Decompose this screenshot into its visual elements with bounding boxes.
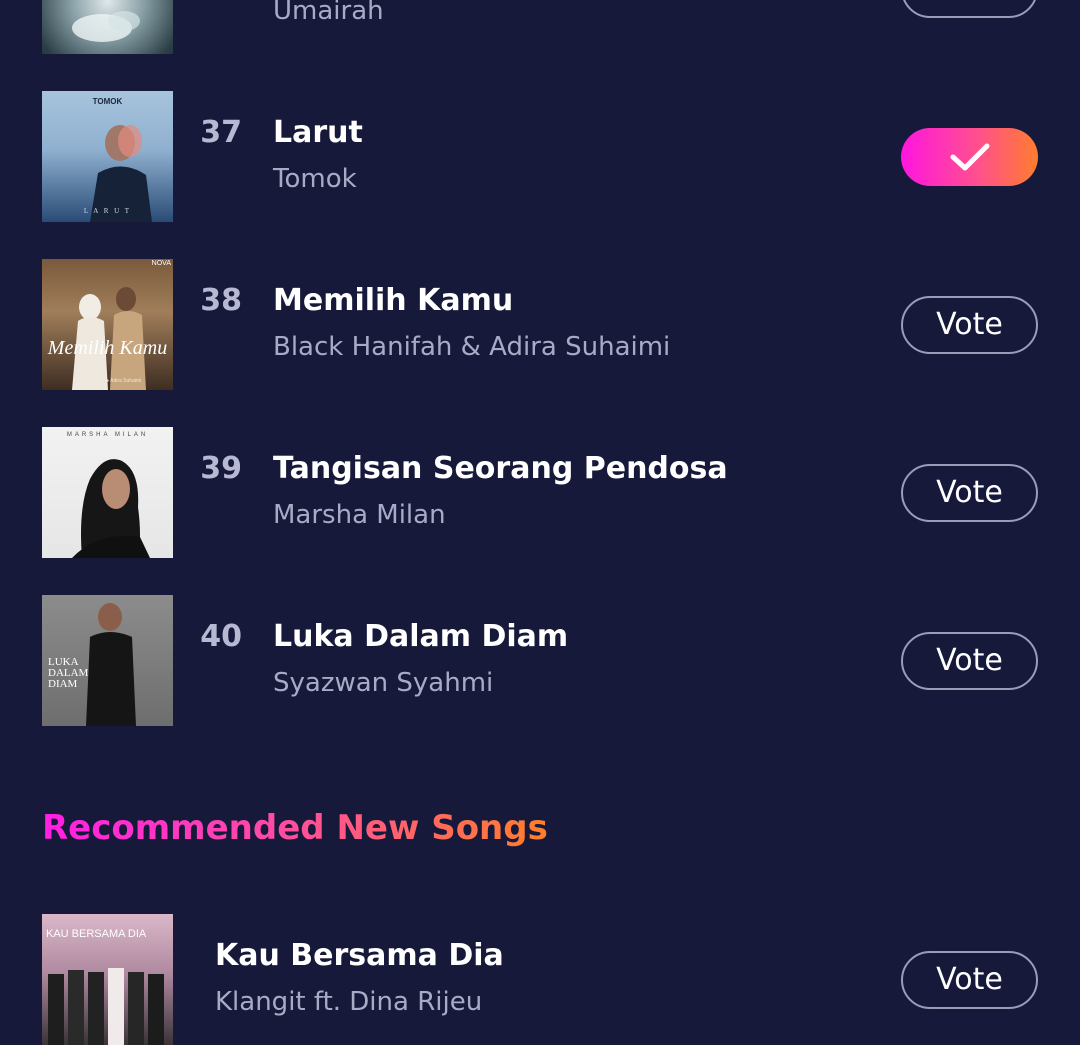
portrait-art-icon [90, 125, 152, 222]
album-art-text: Memilih Kamu [47, 337, 168, 359]
song-artist: Marsha Milan [273, 500, 446, 530]
song-artist: Tomok [273, 164, 357, 194]
song-title: Kau Bersama Dia [215, 938, 504, 973]
song-artist: Umairah [273, 0, 384, 26]
vote-button[interactable]: Vote [901, 632, 1038, 690]
album-art: TOMOK L A R U T [42, 91, 173, 222]
recommended-heading: Recommended New Songs [42, 808, 548, 848]
chart-rank: 40 [200, 619, 242, 654]
song-artist: Syazwan Syahmi [273, 668, 494, 698]
voted-button[interactable] [901, 128, 1038, 186]
song-title: Larut [273, 115, 363, 150]
album-art-subtext: L A R U T [83, 207, 132, 215]
song-title: Tangisan Seorang Pendosa [273, 451, 728, 486]
song-title: Memilih Kamu [273, 283, 514, 318]
song-title: Luka Dalam Diam [273, 619, 569, 654]
chart-row-partial: Umairah Vote [0, 0, 1080, 54]
chart-row[interactable]: LUKA DALAM DIAM 40 Luka Dalam Diam Syazw… [0, 595, 1080, 726]
album-art [42, 0, 173, 54]
album-art-subtext: Black Hanifah ● Adira Suhaimi [73, 378, 142, 384]
recommended-row[interactable]: KAU BERSAMA DIA Kau Bersama Dia Klangit … [0, 914, 1080, 1045]
chart-rank: 38 [200, 283, 242, 318]
vote-button[interactable]: Vote [901, 951, 1038, 1009]
flower-art-icon [72, 11, 140, 42]
chart-row[interactable]: TOMOK L A R U T 37 Larut Tomok [0, 91, 1080, 222]
album-art-badge: NOVA [151, 260, 171, 267]
album-art: MARSHA MILAN [42, 427, 173, 558]
vote-button[interactable]: Vote [901, 464, 1038, 522]
album-art: KAU BERSAMA DIA [42, 914, 173, 1045]
check-icon [950, 143, 990, 171]
chart-row[interactable]: NOVA Memilih Kamu Black Hanifah ● Adira … [0, 259, 1080, 390]
couple-art-icon [72, 287, 146, 390]
song-artist: Klangit ft. Dina Rijeu [215, 987, 483, 1017]
song-artist: Black Hanifah & Adira Suhaimi [273, 332, 671, 362]
portrait-art-icon [72, 459, 150, 558]
album-art: LUKA DALAM DIAM [42, 595, 173, 726]
album-art-text: LUKA DALAM DIAM [48, 656, 89, 690]
vote-button[interactable]: Vote [901, 296, 1038, 354]
chart-row[interactable]: MARSHA MILAN 39 Tangisan Seorang Pendosa… [0, 427, 1080, 558]
chart-rank: 39 [200, 451, 242, 486]
band-art-icon [48, 968, 164, 1045]
vote-button[interactable]: Vote [901, 0, 1038, 18]
album-art: NOVA Memilih Kamu Black Hanifah ● Adira … [42, 259, 173, 390]
chart-rank: 37 [200, 115, 242, 150]
